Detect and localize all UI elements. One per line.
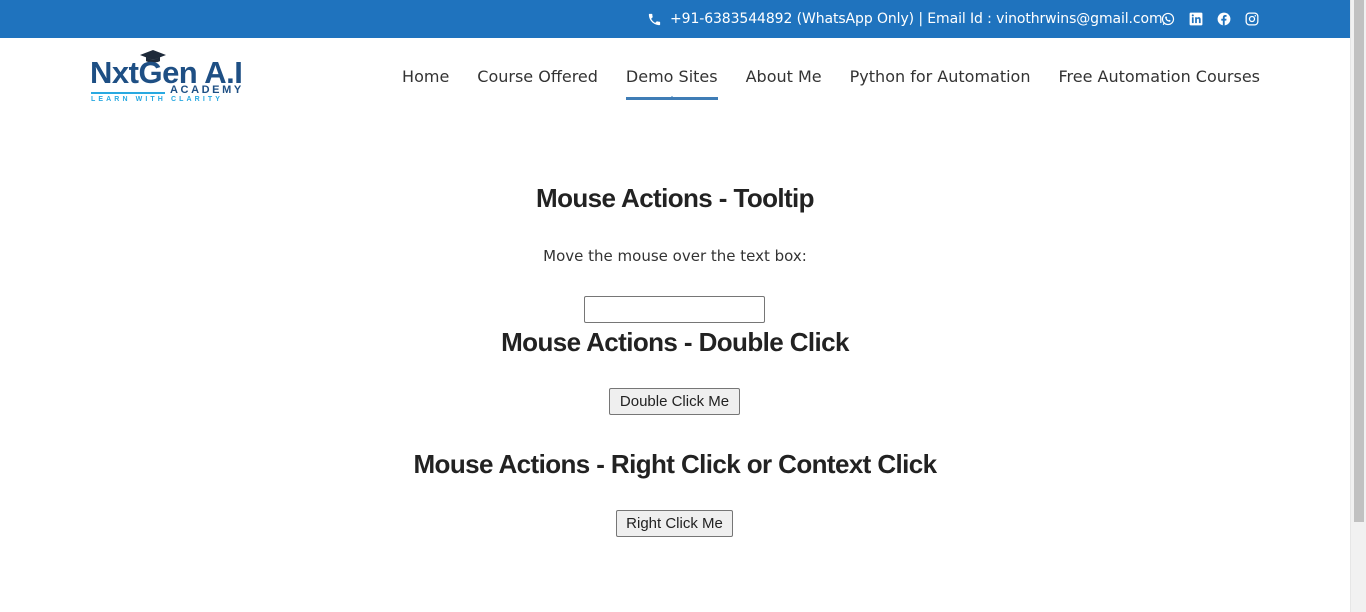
logo-academy-text: ACADEMY (170, 84, 244, 96)
nav-item-demo-sites[interactable]: Demo Sites (625, 67, 718, 100)
nav-item-python-for-automation[interactable]: Python for Automation (850, 67, 1031, 86)
logo-underline (91, 92, 165, 94)
instagram-icon[interactable] (1245, 12, 1259, 26)
phone-icon (646, 11, 662, 27)
nav-item-about-me[interactable]: About Me (746, 67, 822, 86)
linkedin-icon[interactable] (1189, 12, 1203, 26)
main-navigation: Home Course Offered Demo Sites About Me … (402, 38, 1260, 114)
logo-tagline: LEARN WITH CLARITY (91, 96, 224, 103)
nxtgen-logo[interactable]: NxtGen A.I ACADEMY LEARN WITH CLARITY (90, 50, 250, 106)
right-click-heading: Mouse Actions - Right Click or Context C… (413, 449, 937, 479)
double-click-heading: Mouse Actions - Double Click (501, 327, 849, 357)
social-links (1161, 0, 1259, 38)
nav-item-home[interactable]: Home (402, 67, 449, 86)
double-click-button[interactable]: Double Click Me (609, 388, 740, 415)
scrollbar-thumb[interactable] (1354, 0, 1364, 522)
tooltip-heading: Mouse Actions - Tooltip (536, 183, 815, 213)
tooltip-instruction: Move the mouse over the text box: (543, 247, 807, 265)
contact-info: +91-6383544892 (WhatsApp Only) | Email I… (646, 0, 1163, 38)
whatsapp-icon[interactable] (1161, 12, 1175, 26)
facebook-icon[interactable] (1217, 12, 1231, 26)
contact-text: +91-6383544892 (WhatsApp Only) | Email I… (670, 11, 1163, 27)
tooltip-text-box[interactable] (584, 296, 765, 323)
right-click-button[interactable]: Right Click Me (616, 510, 733, 537)
nav-item-course-offered[interactable]: Course Offered (477, 67, 598, 86)
page-scrollbar[interactable] (1350, 0, 1366, 612)
site-header: NxtGen A.I ACADEMY LEARN WITH CLARITY Ho… (0, 38, 1350, 114)
top-contact-bar: +91-6383544892 (WhatsApp Only) | Email I… (0, 0, 1350, 38)
nav-item-free-automation-courses[interactable]: Free Automation Courses (1058, 67, 1260, 86)
